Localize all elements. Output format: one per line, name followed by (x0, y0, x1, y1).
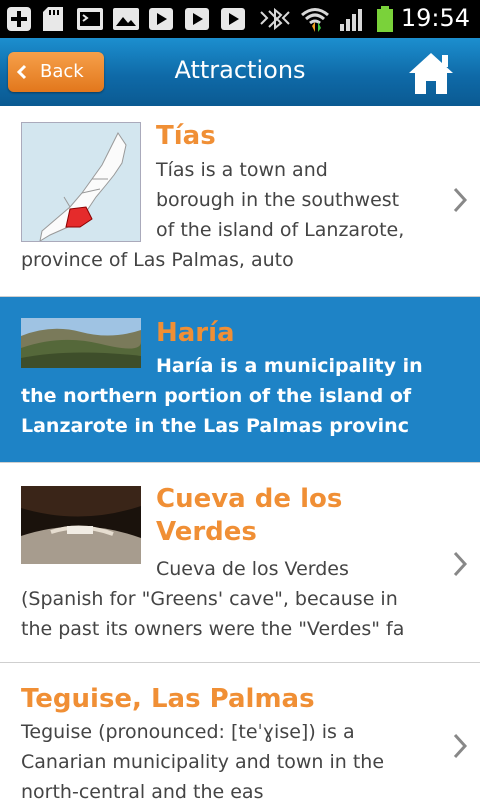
cave-image (21, 486, 141, 564)
item-title: Verdes (156, 517, 257, 547)
chevron-right-icon (453, 551, 468, 577)
list-item[interactable]: Haría Haría is a municipality in the nor… (0, 297, 480, 463)
sd-card-icon (43, 7, 63, 31)
valley-image (21, 318, 141, 368)
item-title: Cueva de los (156, 484, 343, 514)
play-store-icon (185, 8, 209, 30)
battery-icon (377, 6, 393, 32)
item-description-line: the past its owners were the "Verdes" fa (21, 618, 405, 640)
item-description-line: province of Las Palmas, auto (21, 249, 294, 271)
item-title: Haría (156, 318, 235, 348)
item-description-line: the northern portion of the island of (21, 385, 412, 407)
play-store-icon (221, 8, 245, 30)
item-description-line: Tías is a town and (156, 159, 328, 181)
terminal-icon (77, 8, 103, 30)
list-item[interactable]: Teguise, Las Palmas Teguise (pronounced:… (0, 663, 480, 800)
wifi-icon (301, 8, 329, 32)
list-item[interactable]: Tías Tías is a town and borough in the s… (0, 106, 480, 297)
item-description-line: (Spanish for "Greens' cave", because in (21, 588, 398, 610)
status-bar: 19:54 (0, 0, 480, 38)
attractions-list[interactable]: Tías Tías is a town and borough in the s… (0, 106, 480, 800)
bluetooth-vibrate-icon (260, 7, 290, 31)
map-image (39, 132, 127, 241)
item-description-line: Cueva de los Verdes (156, 558, 349, 580)
title-bar: Back Attractions (0, 38, 480, 106)
chevron-right-icon (453, 733, 468, 759)
lanzarote-map-thumbnail (21, 122, 141, 242)
item-description-line: Haría is a municipality in (156, 355, 423, 377)
valley-landscape-thumbnail (21, 318, 141, 368)
cave-thumbnail (21, 486, 141, 564)
chevron-right-icon (453, 187, 468, 213)
image-icon (113, 8, 139, 30)
list-item[interactable]: Cueva de los Verdes Cueva de los Verdes … (0, 463, 480, 663)
item-description-line: Canarian municipality and town in the (21, 751, 385, 773)
item-description-line: of the island of Lanzarote, (156, 219, 405, 241)
item-title: Tías (156, 121, 216, 151)
item-description-line: borough in the southwest (156, 189, 400, 211)
home-icon[interactable] (406, 50, 456, 96)
item-description-line: Lanzarote in the Las Palmas provinc (21, 415, 409, 437)
item-description-line: Teguise (pronounced: [teˈɣise]) is a (21, 721, 355, 743)
clock: 19:54 (400, 4, 470, 32)
item-title: Teguise, Las Palmas (21, 684, 315, 714)
item-description-line: north-central and the eas (21, 781, 264, 800)
add-icon (7, 7, 31, 31)
signal-icon (340, 9, 362, 31)
play-store-icon (149, 8, 173, 30)
